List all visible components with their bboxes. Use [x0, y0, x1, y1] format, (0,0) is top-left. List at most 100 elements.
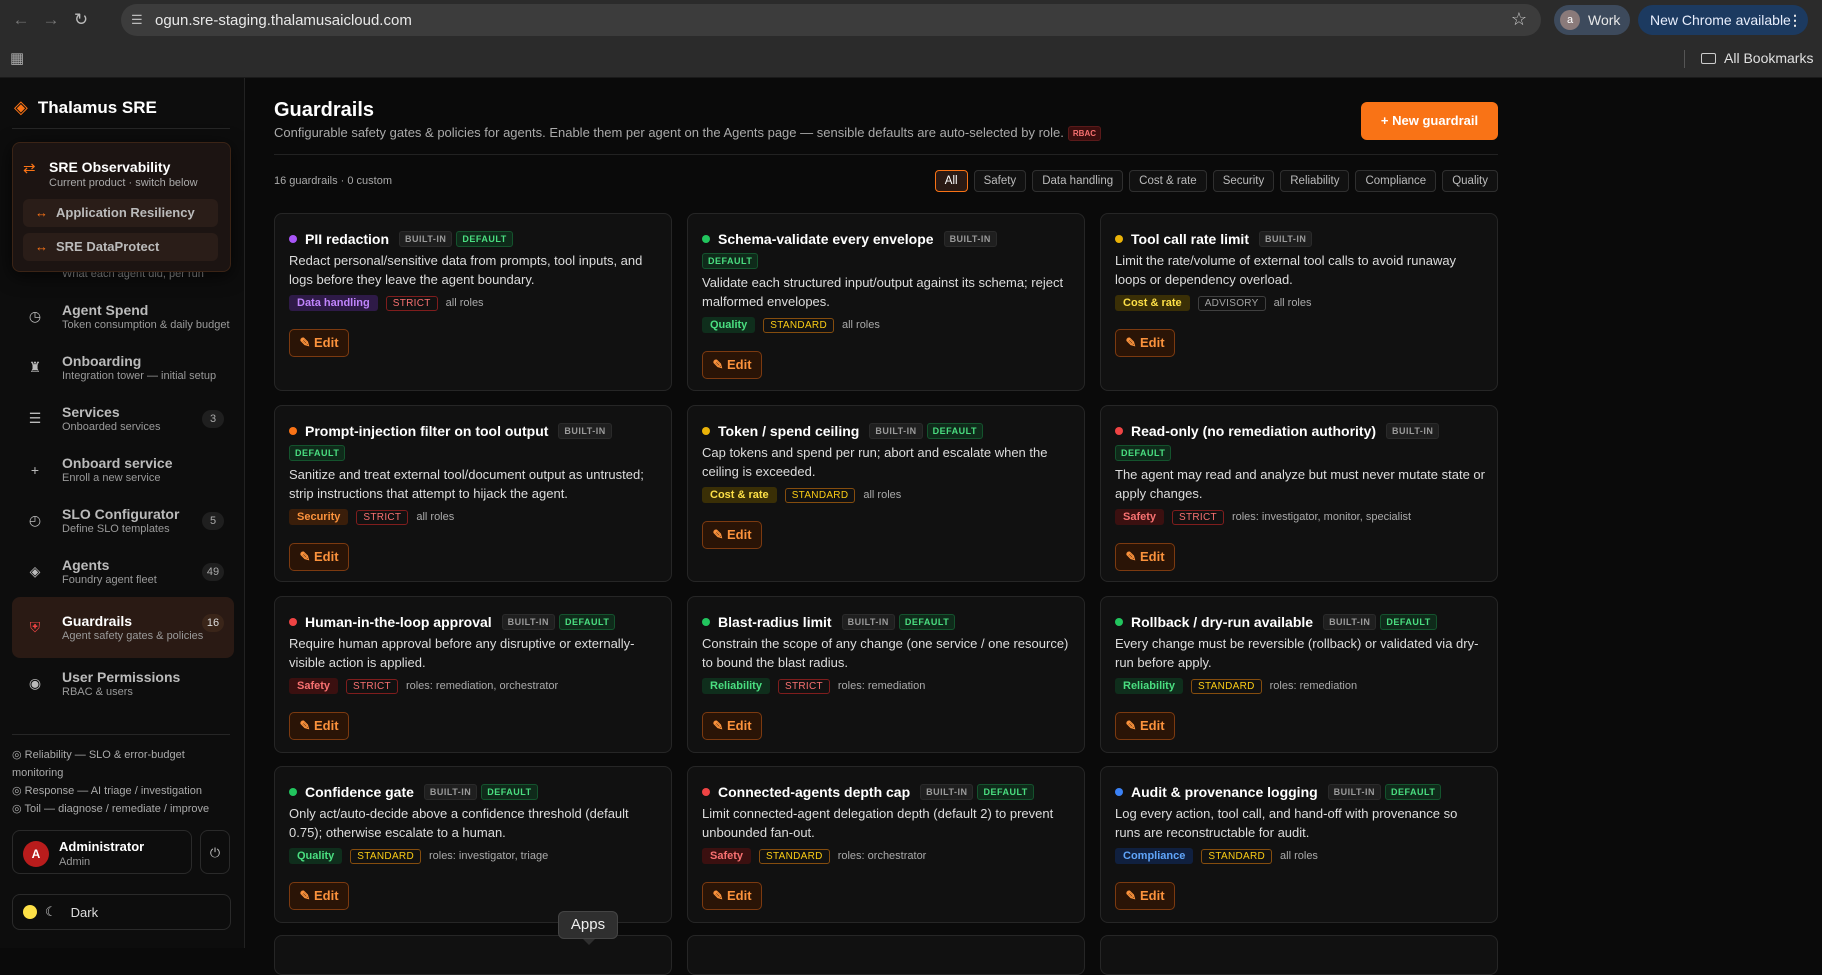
sidebar-item-count: 3: [202, 410, 224, 428]
sidebar-nav: ◆Agent Activity · FleetWhat each agent d…: [12, 251, 234, 709]
guardrail-header: Confidence gate BUILT-IN DEFAULT: [289, 781, 661, 803]
category-tag: Security: [289, 509, 349, 525]
guardrail-card: Connected-agents depth cap BUILT-IN DEFAUL…: [687, 766, 1085, 923]
current-product[interactable]: ⇄ SRE Observability Current product · sw…: [23, 159, 198, 189]
edit-button[interactable]: ✎ Edit: [702, 882, 762, 910]
guardrail-description: Log every action, tool call, and hand-of…: [1115, 806, 1458, 840]
default-badge: DEFAULT: [702, 253, 759, 269]
menu-kebab-icon[interactable]: ⋮: [1788, 5, 1802, 35]
filter-chip-data-handling[interactable]: Data handling: [1032, 170, 1124, 192]
sidebar-item-onboarding[interactable]: ♜ Onboarding Integration tower — initial s…: [12, 342, 234, 393]
sidebar-item-onboard-service[interactable]: + Onboard service Enroll a new service: [12, 444, 234, 495]
guardrail-tags: Quality STANDARD all roles: [702, 317, 1074, 333]
reload-icon[interactable]: ↻: [66, 10, 96, 30]
sidebar-item-label: Onboard service: [62, 455, 173, 471]
guardrail-description: Require human approval before any disrup…: [289, 636, 635, 670]
filter-chip-safety[interactable]: Safety: [973, 170, 1027, 192]
edit-button[interactable]: ✎ Edit: [702, 712, 762, 740]
back-icon[interactable]: ←: [6, 10, 36, 30]
default-badge: DEFAULT: [1380, 614, 1437, 630]
built-in-badge: BUILT-IN: [399, 231, 453, 247]
guardrail-tags: Cost & rate STANDARD all roles: [702, 487, 1074, 503]
sidebar-item-slo-configurator[interactable]: ◴ SLO Configurator Define SLO templates 5: [12, 495, 234, 546]
default-badge: DEFAULT: [289, 445, 346, 461]
edit-button[interactable]: ✎ Edit: [289, 329, 349, 357]
sidebar-item-user-permissions[interactable]: ◉ User Permissions RBAC & users: [12, 658, 234, 709]
roles-text: all roles: [841, 319, 880, 331]
sidebar-item-sub: RBAC & users: [62, 686, 133, 698]
roles-text: roles: investigator, triage: [428, 850, 549, 862]
logout-power-icon[interactable]: ⏻: [200, 830, 230, 874]
all-bookmarks-button[interactable]: All Bookmarks: [1701, 50, 1813, 66]
sidebar-item-agent-spend[interactable]: ◷ Agent Spend Token consumption & daily bu…: [12, 291, 234, 342]
address-bar[interactable]: ☰ ogun.sre-staging.thalamusaicloud.com ☆: [121, 4, 1541, 36]
edit-button[interactable]: ✎ Edit: [702, 521, 762, 549]
filter-chip-security[interactable]: Security: [1212, 170, 1275, 192]
brand-divider: [12, 128, 230, 129]
site-settings-icon[interactable]: ☰: [131, 12, 155, 28]
roles-text: all roles: [863, 489, 902, 501]
sidebar-item-guardrails[interactable]: ⛨ Guardrails Agent safety gates & policies…: [12, 597, 234, 658]
profile-button[interactable]: a Work: [1554, 5, 1630, 35]
product-switcher: ⇄ SRE Observability Current product · sw…: [12, 142, 231, 272]
update-chrome-button[interactable]: New Chrome available ⋮: [1638, 5, 1808, 35]
guardrail-card: Audit & provenance logging BUILT-IN DEFAUL…: [1100, 766, 1498, 923]
filter-chip-reliability[interactable]: Reliability: [1280, 170, 1350, 192]
guardrail-name: Connected-agents depth cap: [718, 784, 911, 800]
filter-chip-cost-rate[interactable]: Cost & rate: [1129, 170, 1207, 192]
url-text[interactable]: ogun.sre-staging.thalamusaicloud.com: [155, 12, 412, 29]
edit-button[interactable]: ✎ Edit: [1115, 882, 1175, 910]
default-badge: DEFAULT: [456, 231, 513, 247]
guardrail-header: Rollback / dry-run available BUILT-IN DEFA…: [1115, 611, 1487, 633]
guardrail-card-partial: [1100, 935, 1498, 975]
swap-icon: ⇄: [23, 160, 36, 177]
category-tag: Quality: [289, 848, 343, 864]
sidebar-item-services[interactable]: ☰ Services Onboarded services 3: [12, 393, 234, 444]
edit-button[interactable]: ✎ Edit: [289, 712, 349, 740]
list-icon: ☰: [28, 410, 42, 426]
sidebar-item-count: 16: [202, 614, 224, 632]
apps-grid-icon[interactable]: ▦: [10, 49, 24, 67]
guardrail-header: Connected-agents depth cap BUILT-IN DEFAUL…: [702, 781, 1074, 803]
guardrail-tags: Cost & rate ADVISORY all roles: [1115, 295, 1487, 311]
edit-button[interactable]: ✎ Edit: [1115, 712, 1175, 740]
brand[interactable]: ◈ Thalamus SRE: [14, 97, 157, 118]
guardrail-name: Token / spend ceiling: [718, 423, 860, 439]
guardrail-description: Limit connected-agent delegation depth (…: [702, 806, 1054, 840]
switch-option-application-resiliency[interactable]: ↔ Application Resiliency: [23, 199, 218, 227]
category-tag: Safety: [289, 678, 339, 694]
sidebar-item-agents[interactable]: ◈ Agents Foundry agent fleet 49: [12, 546, 234, 597]
level-tag: STANDARD: [1190, 678, 1262, 694]
current-product-title: SRE Observability: [49, 159, 171, 175]
theme-toggle[interactable]: ☾ Dark: [12, 894, 231, 930]
switch-option-sre-dataprotect[interactable]: ↔ SRE DataProtect: [23, 233, 218, 261]
filter-chip-quality[interactable]: Quality: [1442, 170, 1498, 192]
diamond-icon: ◈: [29, 563, 41, 579]
category-dot: [702, 788, 710, 796]
built-in-badge: BUILT-IN: [841, 614, 895, 630]
all-bookmarks-label: All Bookmarks: [1724, 50, 1814, 66]
new-guardrail-button[interactable]: + New guardrail: [1361, 102, 1498, 140]
filter-chip-all[interactable]: All: [934, 170, 968, 192]
brand-logo-icon: ◈: [14, 97, 28, 117]
guardrail-tags: Compliance STANDARD all roles: [1115, 848, 1487, 864]
edit-button[interactable]: ✎ Edit: [702, 351, 762, 379]
edit-button[interactable]: ✎ Edit: [289, 882, 349, 910]
category-filters: All Safety Data handling Cost & rate Securit…: [934, 170, 1498, 192]
current-product-subtitle: Current product · switch below: [49, 177, 198, 189]
bookmark-star-icon[interactable]: ☆: [1511, 9, 1527, 30]
guardrail-card: Read-only (no remediation authority) BUIL…: [1100, 405, 1498, 582]
user-card[interactable]: A Administrator Admin: [12, 830, 192, 874]
filter-chip-compliance[interactable]: Compliance: [1355, 170, 1437, 192]
guardrail-name: Tool call rate limit: [1131, 231, 1249, 247]
edit-button[interactable]: ✎ Edit: [1115, 329, 1175, 357]
roles-text: roles: remediation: [1269, 680, 1358, 692]
guardrail-card: Token / spend ceiling BUILT-IN DEFAULT Cap …: [687, 405, 1085, 582]
edit-button[interactable]: ✎ Edit: [1115, 543, 1175, 571]
category-dot: [289, 788, 297, 796]
switch-arrow-icon: ↔: [35, 205, 48, 220]
built-in-badge: BUILT-IN: [869, 423, 923, 439]
edit-button[interactable]: ✎ Edit: [289, 543, 349, 571]
level-tag: STANDARD: [759, 848, 830, 864]
forward-icon[interactable]: →: [36, 10, 66, 30]
